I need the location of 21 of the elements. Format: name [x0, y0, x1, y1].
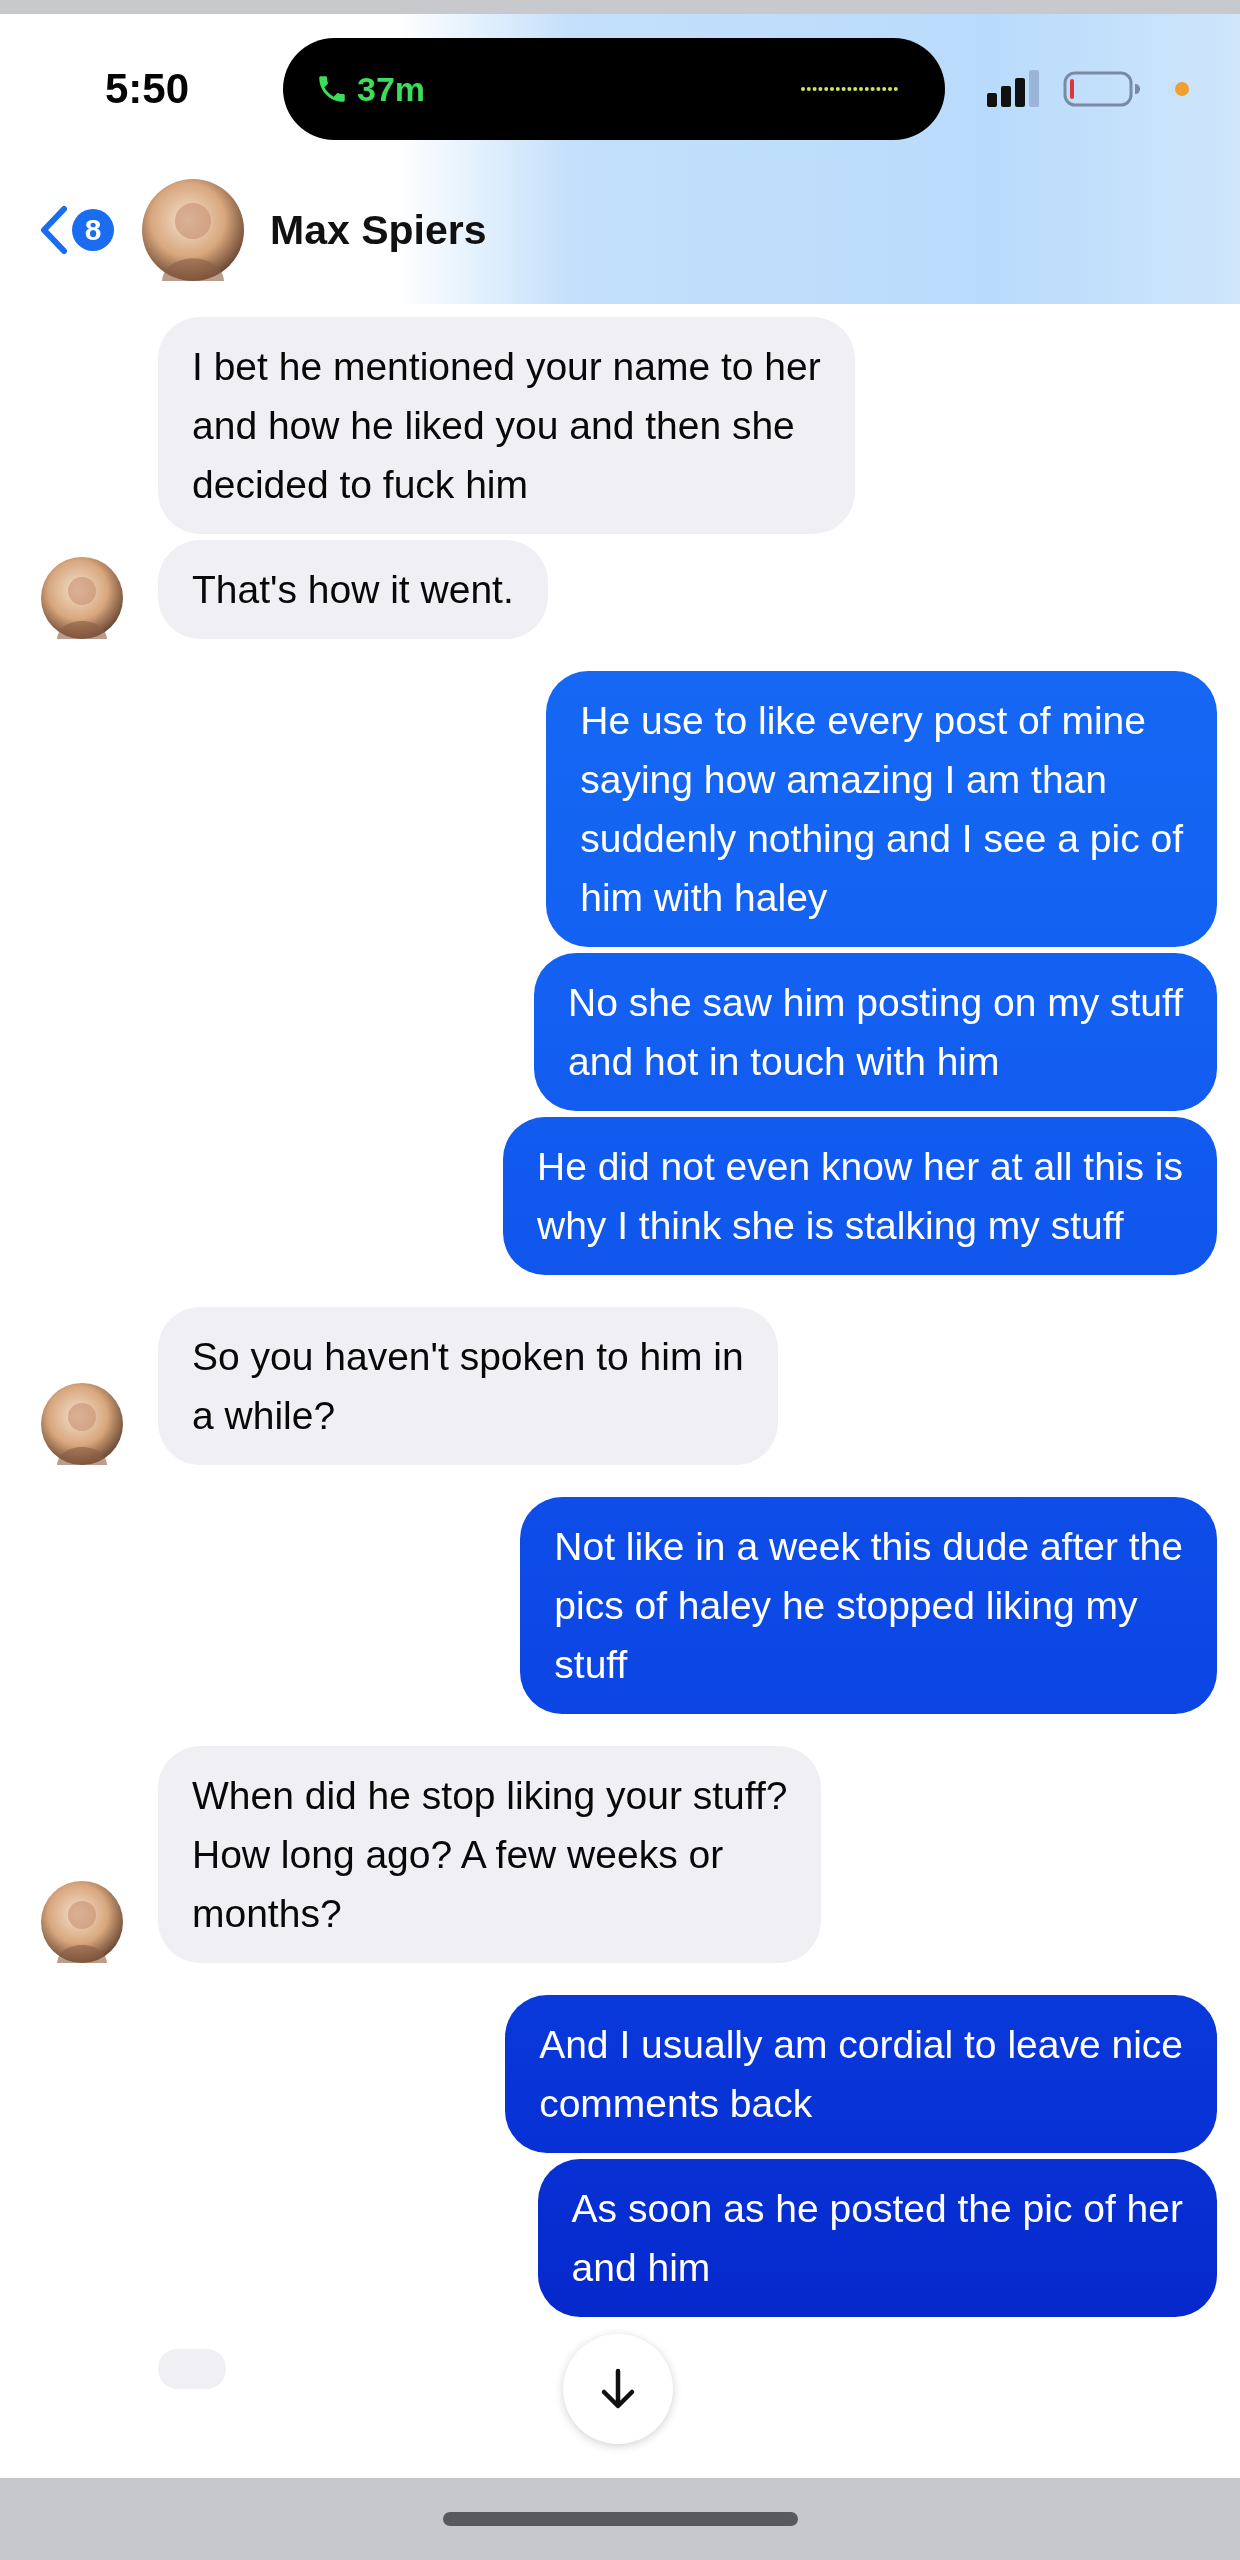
battery-icon: [1063, 69, 1143, 109]
message-bubble: So you haven't spoken to him in a while?: [158, 1307, 778, 1465]
audio-wave-icon: [800, 86, 900, 92]
message-bubble: And I usually am cordial to leave nice comments back: [505, 1995, 1217, 2153]
unread-count: 8: [72, 209, 114, 251]
scroll-down-button[interactable]: [563, 2334, 673, 2444]
back-icon[interactable]: [38, 205, 68, 255]
message-bubble: No she saw him posting on my stuff and hot in touch with him: [534, 953, 1217, 1111]
message-bubble: He use to like every post of mine saying how amazing I am than suddenly nothing and I see a pic of him with haley: [546, 671, 1217, 947]
call-pill[interactable]: 37m: [283, 38, 945, 140]
contact-avatar[interactable]: [142, 179, 244, 281]
message-bubble: He did not even know her at all this is why I think she is stalking my stuff: [503, 1117, 1217, 1275]
contact-name[interactable]: Max Spiers: [270, 206, 487, 254]
message-bubble: When did he stop liking your stuff? How long ago? A few weeks or months?: [158, 1746, 822, 1963]
status-time: 5:50: [105, 65, 191, 113]
message-bubble: As soon as he posted the pic of her and him: [537, 2159, 1217, 2317]
message-bubble: That's how it went.: [158, 540, 548, 639]
message-bubble: Not like in a week this dude after the pics of haley he stopped liking my stuff: [520, 1497, 1217, 1714]
privacy-dot-icon: [1175, 82, 1189, 96]
message-bubble: I bet he mentioned your name to her and how he liked you and then she decided to fuck him: [158, 317, 855, 534]
call-duration: 37m: [357, 69, 427, 109]
